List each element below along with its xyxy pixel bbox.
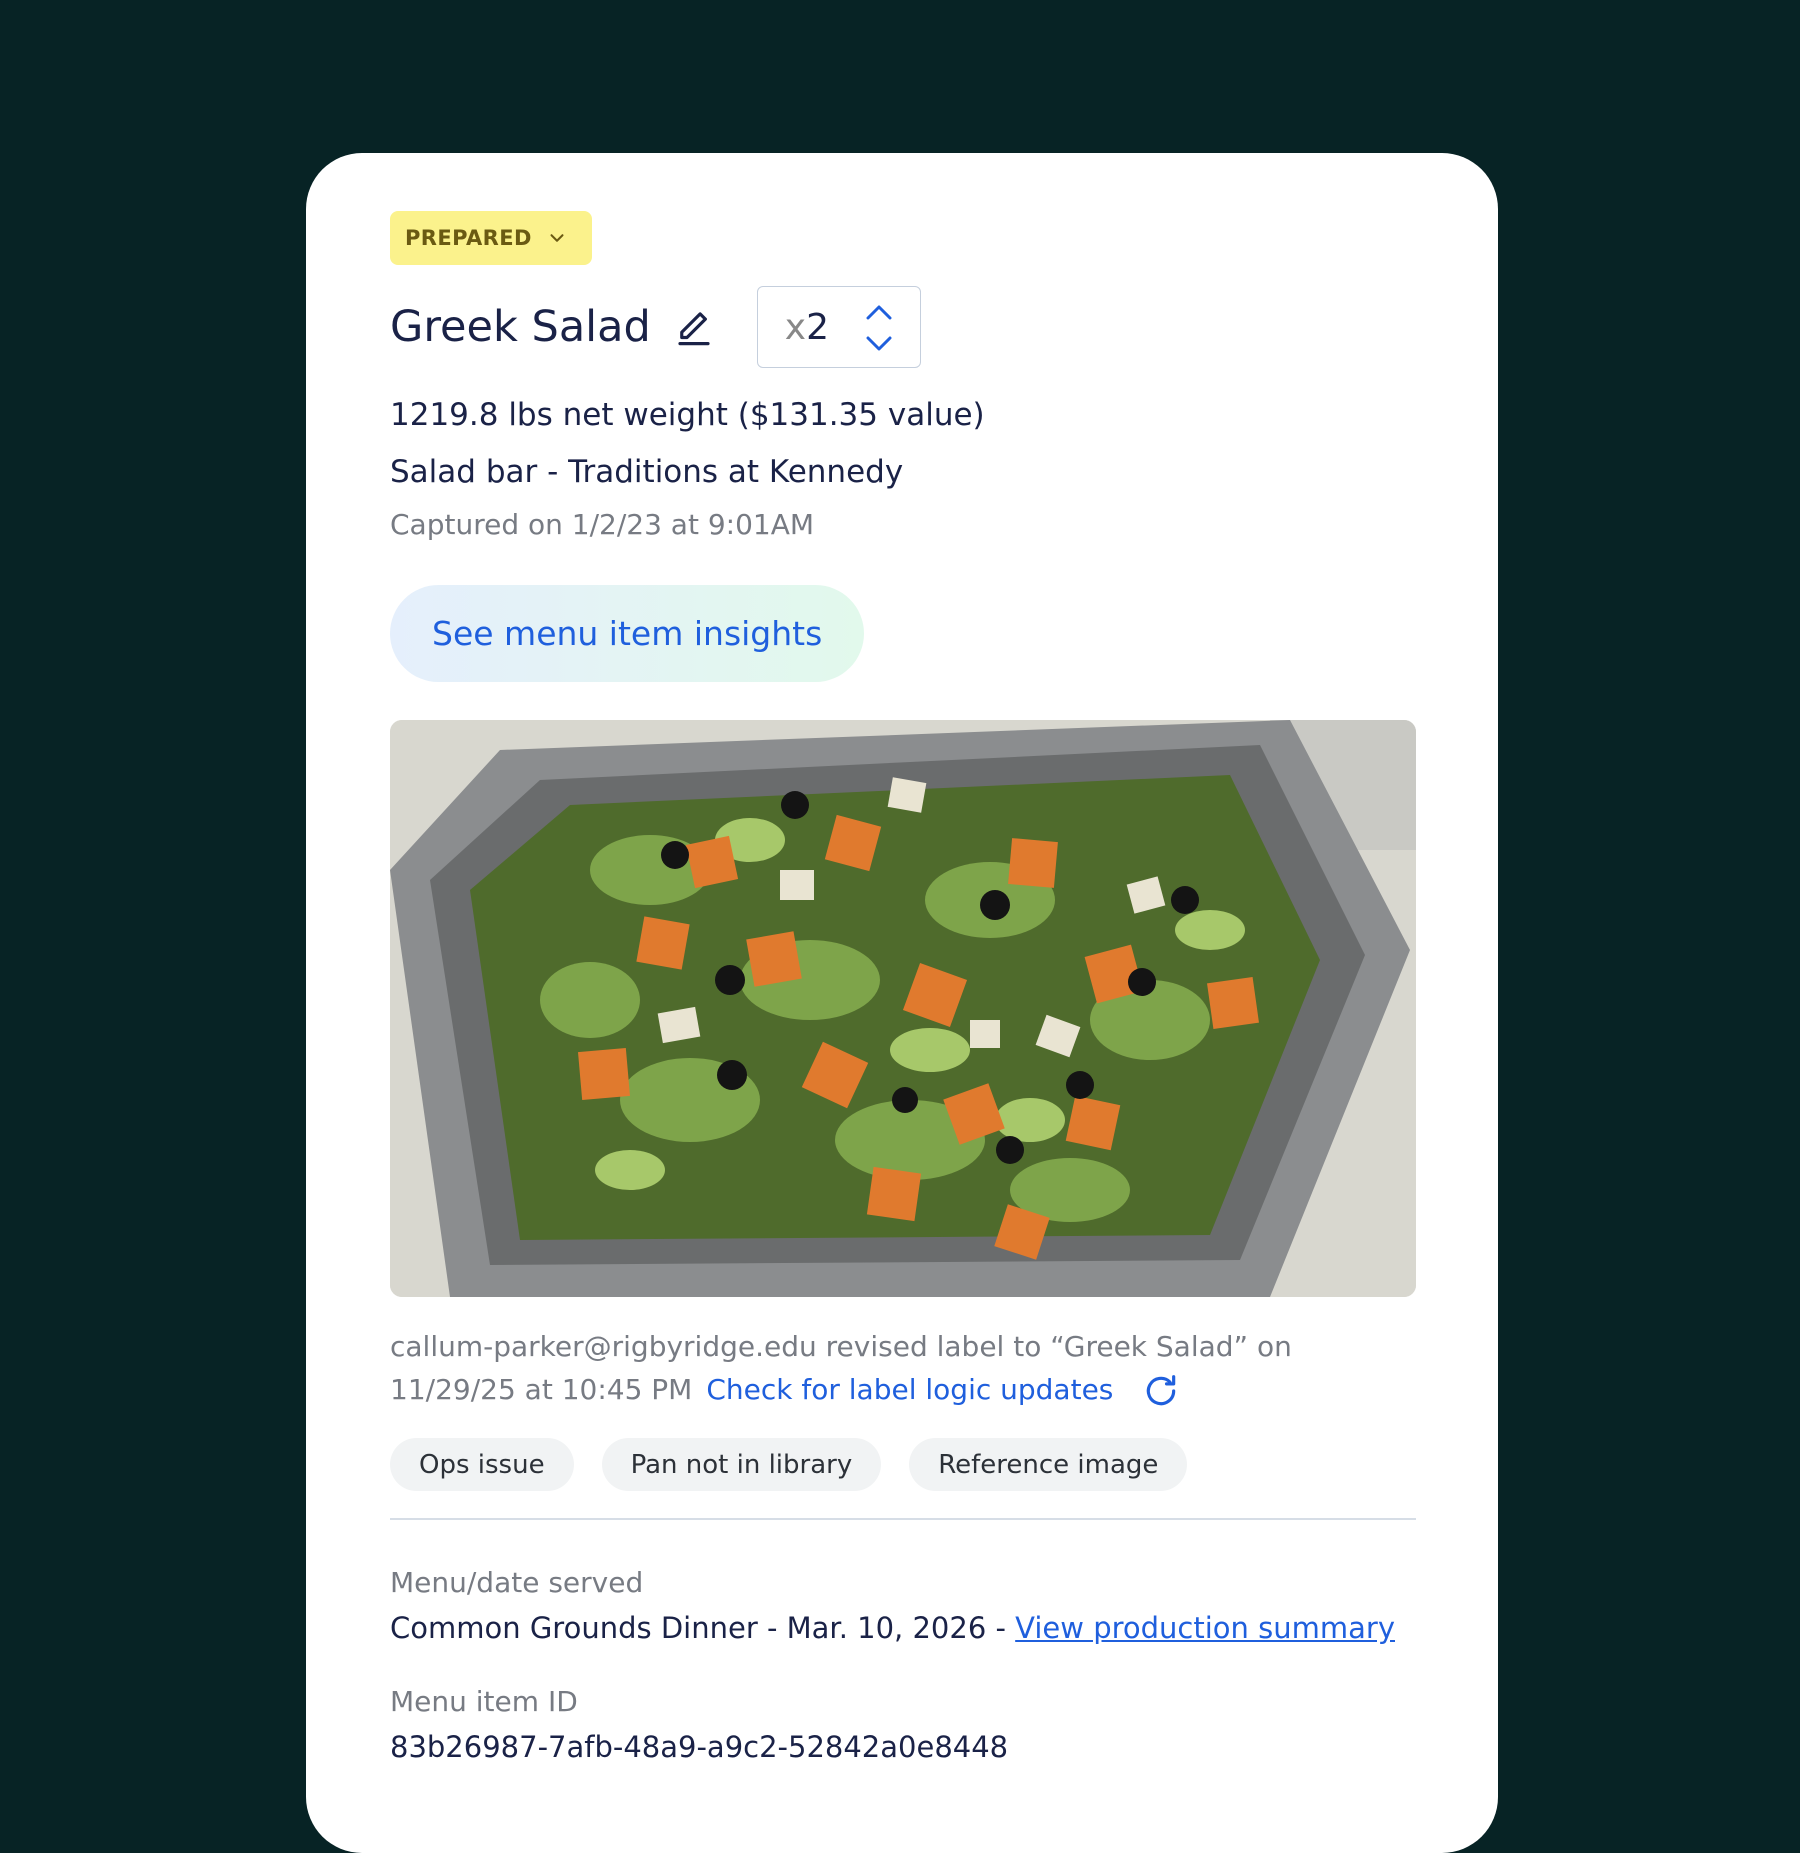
menu-date-value: Common Grounds Dinner - Mar. 10, 2026 - … bbox=[390, 1611, 1416, 1645]
quantity-stepper[interactable]: x2 bbox=[756, 286, 921, 368]
check-label-logic-link[interactable]: Check for label logic updates bbox=[706, 1373, 1113, 1406]
menu-item-insights-button[interactable]: See menu item insights bbox=[390, 585, 865, 682]
tag-reference-image[interactable]: Reference image bbox=[909, 1438, 1188, 1491]
tag-pan-not-in-library[interactable]: Pan not in library bbox=[601, 1438, 882, 1491]
salad-pan-photo bbox=[390, 720, 1416, 1297]
revision-note: callum-parker@rigbyridge.edu revised lab… bbox=[390, 1325, 1416, 1411]
quantity-prefix: x bbox=[784, 306, 807, 348]
detail-card: PREPARED Greek Salad x2 1219.8 lbs net w… bbox=[306, 153, 1498, 1853]
status-label: PREPARED bbox=[405, 226, 532, 250]
item-title: Greek Salad bbox=[390, 302, 651, 352]
edit-pencil-icon[interactable] bbox=[673, 306, 715, 348]
quantity-value: 2 bbox=[806, 306, 829, 348]
menu-date-label: Menu/date served bbox=[390, 1565, 644, 1599]
tag-list: Ops issue Pan not in library Reference i… bbox=[390, 1438, 1416, 1491]
menu-date-text: Common Grounds Dinner - Mar. 10, 2026 - bbox=[390, 1610, 1016, 1645]
salad-photo bbox=[390, 720, 1416, 1297]
menu-item-id-value: 83b26987-7afb-48a9-a9c2-52842a0e8448 bbox=[390, 1729, 1009, 1764]
title-row: Greek Salad x2 bbox=[390, 286, 1416, 368]
divider bbox=[390, 1518, 1416, 1520]
stepper-arrows-icon[interactable] bbox=[862, 303, 896, 353]
location: Salad bar - Traditions at Kennedy bbox=[390, 454, 904, 490]
refresh-icon[interactable] bbox=[1142, 1372, 1180, 1410]
tag-ops-issue[interactable]: Ops issue bbox=[390, 1438, 574, 1491]
status-dropdown[interactable]: PREPARED bbox=[390, 211, 592, 265]
card-content: PREPARED Greek Salad x2 1219.8 lbs net w… bbox=[390, 211, 1416, 1764]
captured-timestamp: Captured on 1/2/23 at 9:01AM bbox=[390, 508, 815, 541]
net-weight: 1219.8 lbs net weight ($131.35 value) bbox=[390, 397, 985, 433]
chevron-down-icon bbox=[550, 234, 564, 242]
menu-item-id-label: Menu item ID bbox=[390, 1684, 578, 1718]
view-production-summary-link[interactable]: View production summary bbox=[1015, 1611, 1395, 1645]
